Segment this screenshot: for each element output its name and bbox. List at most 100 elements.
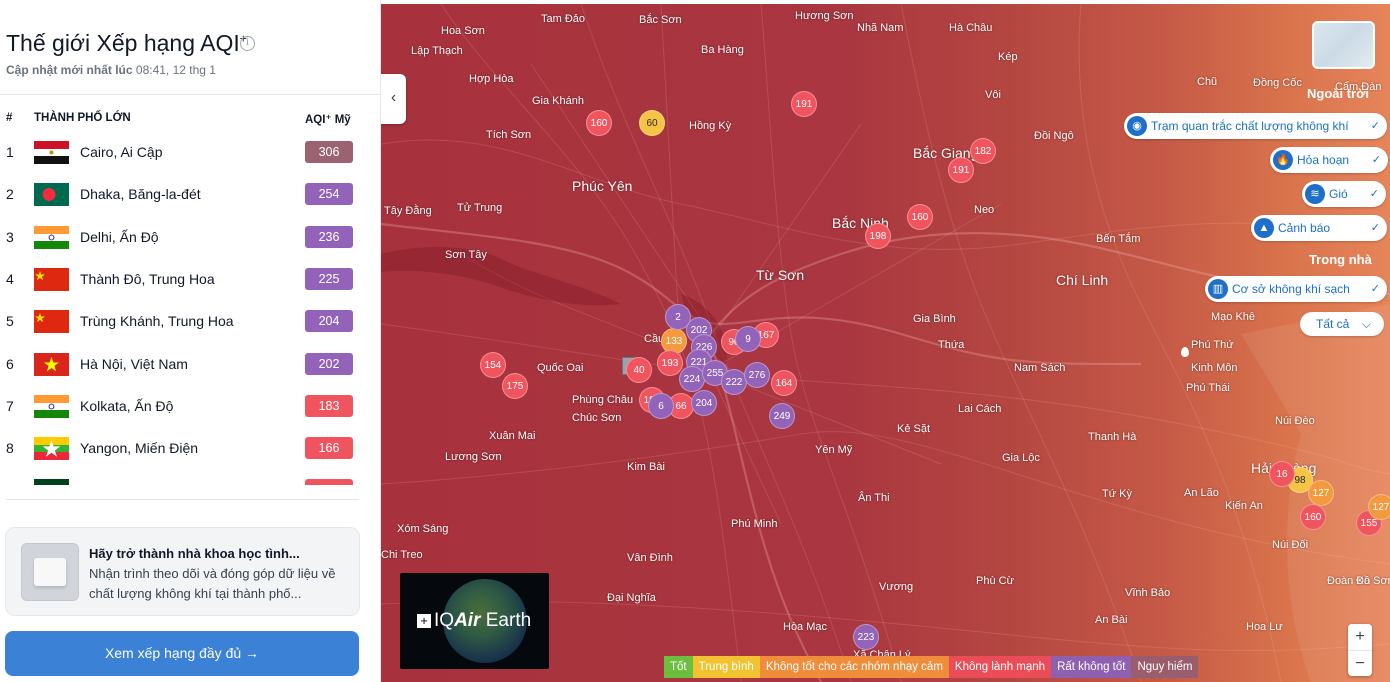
aqi-marker[interactable]: 127 [1368, 494, 1390, 520]
india-flag-icon [34, 225, 69, 249]
aqi-map[interactable]: ‹ Tam Đảo Bắc Sơn Hương Sơn Hoa Sơn Nhã Nam H… [381, 4, 1390, 682]
place-label: Núi Đèo [1275, 415, 1315, 427]
place-label: An Bài [1095, 614, 1128, 626]
place-label: Nam Sách [1014, 362, 1066, 374]
aqi-marker[interactable]: 160 [1300, 504, 1326, 530]
ranking-row[interactable]: 6 Hà Nội, Việt Nam 202 [0, 343, 381, 385]
layer-toggle[interactable]: ≋ Gió ✓ [1302, 181, 1386, 207]
ranking-row[interactable]: 2 Dhaka, Băng-la-đét 254 [0, 173, 381, 215]
ranking-row[interactable]: 3 Delhi, Ấn Độ 236 [0, 216, 381, 258]
place-label: Bắc Sơn [639, 14, 682, 26]
layer-label: Trạm quan trắc chất lượng không khí [1151, 119, 1349, 133]
column-header-rank: # [6, 112, 13, 124]
column-header-city: THÀNH PHỐ LỚN [34, 112, 131, 124]
check-icon: ✓ [1370, 120, 1380, 132]
city-name[interactable]: Yangon, Miến Điện [80, 440, 198, 456]
aqi-marker[interactable]: 223 [853, 624, 879, 650]
info-icon[interactable]: i [240, 36, 255, 51]
promo-title: Hãy trở thành nhà khoa học tình... [89, 546, 300, 561]
place-label: Lai Cách [958, 403, 1002, 415]
wind-icon: ≋ [1305, 184, 1325, 204]
aqi-marker[interactable]: 160 [907, 204, 933, 230]
aqi-marker[interactable]: 6 [648, 393, 674, 419]
aqi-badge: 254 [305, 183, 353, 206]
aqi-marker[interactable]: 249 [769, 403, 795, 429]
city-name[interactable]: Delhi, Ấn Độ [80, 229, 159, 245]
aqi-marker[interactable]: 154 [480, 352, 506, 378]
divider [6, 499, 359, 500]
aqi-marker[interactable]: 182 [970, 138, 996, 164]
page-title: Thế giới Xếp hạng AQI+ [6, 30, 247, 56]
place-label: Gia Bình [913, 313, 956, 325]
rank-number: 3 [6, 228, 14, 245]
aqi-marker[interactable]: 193 [657, 350, 683, 376]
aqi-badge: 166 [305, 437, 353, 460]
bangladesh-flag-icon [34, 183, 69, 207]
ranking-row[interactable]: 7 Kolkata, Ấn Độ 183 [0, 385, 381, 427]
aqi-marker[interactable]: 175 [502, 373, 528, 399]
aqi-marker[interactable]: 224 [679, 366, 705, 392]
layer-toggle[interactable]: ▲ Cảnh báo ✓ [1251, 215, 1387, 241]
ranking-row[interactable]: 8 Yangon, Miến Điện 166 [0, 427, 381, 469]
city-name[interactable]: Kolkata, Ấn Độ [80, 398, 173, 414]
city-name[interactable]: Cairo, Ai Cập [80, 144, 162, 160]
place-label: Phú Minh [731, 518, 778, 530]
city-name[interactable]: Hà Nội, Việt Nam [80, 356, 188, 372]
place-label: Vôi [985, 89, 1001, 101]
city-name[interactable]: Dhaka, Băng-la-đét [80, 186, 201, 202]
place-label: Sơn Tây [445, 249, 487, 261]
layer-toggle[interactable]: ▥ Cơ sở không khí sạch ✓ [1205, 276, 1387, 302]
aqi-marker[interactable]: 60 [639, 110, 665, 136]
place-label: Phùng Châu [572, 394, 634, 406]
collapse-panel-button[interactable]: ‹ [381, 74, 406, 124]
aqi-marker[interactable]: 40 [626, 357, 652, 383]
rank-number: 5 [6, 313, 14, 330]
aqi-marker[interactable]: 191 [948, 157, 974, 183]
promo-card[interactable]: Hãy trở thành nhà khoa học tình... Nhận … [5, 527, 360, 616]
aqi-marker[interactable]: 204 [691, 390, 717, 416]
aqi-marker[interactable]: 16 [1269, 461, 1295, 487]
aqi-marker[interactable]: 191 [791, 91, 817, 117]
aqi-marker[interactable]: 9 [735, 326, 761, 352]
myanmar-flag-icon [34, 437, 69, 461]
aqi-marker[interactable]: 127 [1308, 480, 1334, 506]
place-label: Hòa Mạc [783, 621, 828, 633]
zoom-control: + − [1348, 624, 1372, 676]
place-label: Núi Đối [1272, 539, 1309, 551]
layer-toggle[interactable]: 🔥 Hỏa hoạn ✓ [1270, 147, 1388, 173]
layer-toggle[interactable]: ◉ Trạm quan trắc chất lượng không khí ✓ [1124, 113, 1387, 139]
iqair-earth-button[interactable]: + IQAir Earth [400, 573, 549, 669]
zoom-in-button[interactable]: + [1348, 624, 1372, 650]
city-name[interactable]: Thành Đô, Trung Hoa [80, 271, 215, 287]
ranking-row[interactable]: 5 Trùng Khánh, Trung Hoa 204 [0, 300, 381, 342]
place-label: Chũ [1197, 76, 1218, 88]
aqi-badge: 183 [305, 394, 353, 417]
legend-item: Không lành mạnh [948, 656, 1052, 678]
zoom-out-button[interactable]: − [1348, 650, 1372, 676]
ranking-row[interactable]: 4 Thành Đô, Trung Hoa 225 [0, 258, 381, 300]
aqi-marker[interactable]: 276 [744, 362, 770, 388]
fire-icon[interactable] [1181, 347, 1189, 357]
place-label: Tam Đảo [541, 13, 586, 25]
aqi-marker[interactable]: 164 [771, 370, 797, 396]
place-label: Lập Thạch [411, 45, 463, 57]
layer-label: Cảnh báo [1278, 221, 1331, 235]
aqi-marker[interactable]: 198 [865, 223, 891, 249]
place-label: Tử Trung [457, 202, 503, 214]
map-style-thumbnail[interactable] [1312, 21, 1375, 69]
place-label: Hà Châu [949, 22, 993, 34]
indoor-filter-dropdown[interactable]: Tất cả ⌵ [1300, 312, 1384, 336]
alert-icon: ▲ [1254, 218, 1274, 238]
city-name[interactable]: Trùng Khánh, Trung Hoa [80, 313, 234, 329]
place-label: Chí Linh [1056, 272, 1109, 288]
full-ranking-button[interactable]: Xem xếp hạng đầy đủ → [5, 631, 359, 676]
ranking-row-partial[interactable] [0, 469, 381, 485]
aqi-marker[interactable]: 2 [665, 304, 691, 330]
ranking-row[interactable]: 1 Cairo, Ai Cập 306 [0, 131, 381, 173]
ranking-list[interactable]: 1 Cairo, Ai Cập 306 2 Dhaka, Băng-la-đét 254 3… [0, 131, 381, 485]
promo-text: Nhận trình theo dõi và đóng góp dữ liệu … [89, 566, 336, 601]
aqi-badge: 225 [305, 267, 353, 290]
vietnam-flag-icon [34, 352, 69, 376]
aqi-marker[interactable]: 160 [586, 110, 612, 136]
place-label: Phú Thứ [1191, 339, 1234, 351]
